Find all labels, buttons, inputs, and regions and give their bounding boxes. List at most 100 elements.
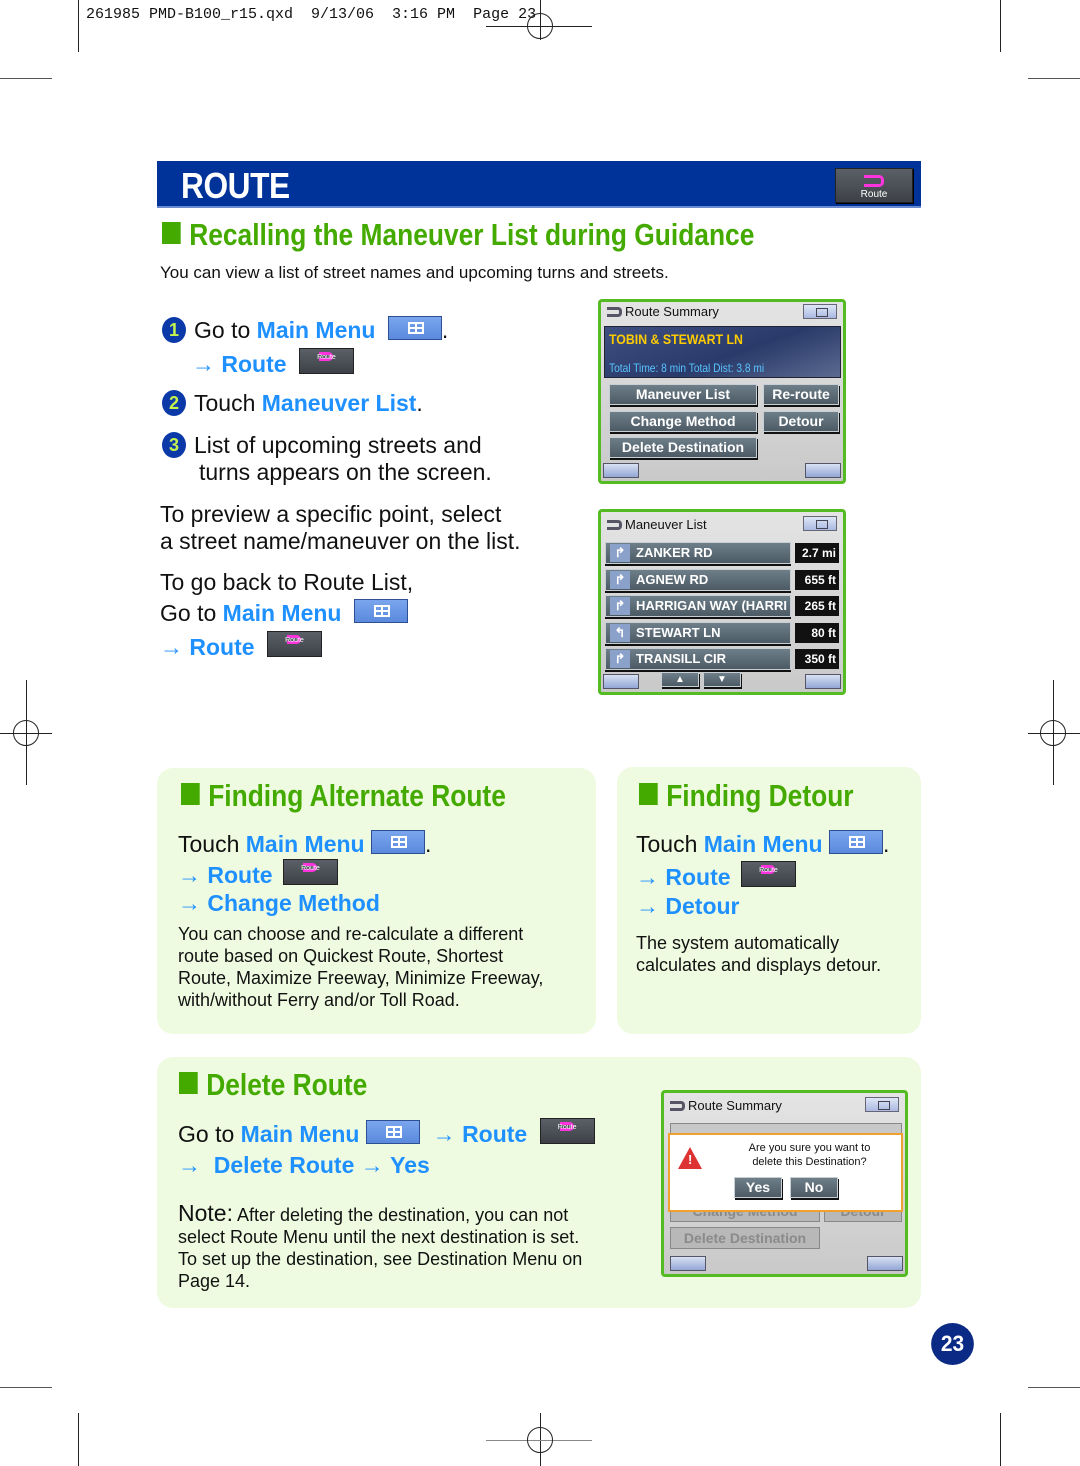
turn-right-icon: ↱ (610, 571, 630, 589)
back-icon[interactable] (603, 674, 639, 689)
no-button[interactable]: No (790, 1177, 838, 1198)
square-bullet-icon (162, 222, 181, 244)
section-title-text: Finding Detour (666, 778, 854, 813)
crop-mark (78, 0, 79, 52)
maneuver-row[interactable]: ↱ ZANKER RD (605, 542, 791, 564)
page-title: ROUTE (181, 165, 290, 206)
back-icon[interactable] (603, 463, 639, 478)
square-bullet-icon (181, 783, 200, 805)
yes-link[interactable]: Yes (390, 1152, 430, 1178)
alt-route-line: → Route Route (178, 859, 338, 890)
crop-mark (78, 1413, 79, 1466)
delete-confirm-screenshot: Route Summary Change Method Detour Delet… (661, 1090, 908, 1277)
change-method-link[interactable]: Change Method (207, 890, 380, 916)
registration-mark (527, 1427, 553, 1453)
section-title-detour: Finding Detour (639, 778, 854, 814)
street-name: AGNEW RD (636, 572, 709, 587)
main-menu-icon[interactable] (365, 1120, 420, 1144)
warning-exclamation: ! (688, 1152, 693, 1167)
detour-link[interactable]: Detour (665, 893, 739, 919)
turn-left-icon: ↰ (610, 624, 630, 642)
map-navigate-icon[interactable] (867, 1256, 903, 1271)
main-menu-link[interactable]: Main Menu (704, 831, 823, 857)
street-name: STEWART LN (636, 625, 721, 640)
arrow-icon: → (636, 864, 659, 890)
step-number: 1 (162, 317, 186, 343)
yes-button[interactable]: Yes (734, 1177, 782, 1198)
section-title-alternate: Finding Alternate Route (181, 778, 506, 814)
maneuver-distance: 80 ft (795, 623, 839, 643)
route-link[interactable]: Route (665, 864, 730, 890)
maneuver-distance: 350 ft (795, 649, 839, 669)
route-link[interactable]: Route (221, 351, 286, 377)
main-menu-link[interactable]: Main Menu (257, 317, 376, 343)
scroll-down-button[interactable]: ▼ (703, 672, 741, 687)
main-menu-icon[interactable] (803, 516, 837, 531)
maneuver-list-link[interactable]: Maneuver List (262, 390, 417, 416)
map-navigate-icon[interactable] (805, 674, 841, 689)
screen-title-text: Route Summary (625, 304, 719, 319)
route-button[interactable]: Route (266, 631, 322, 657)
detour-button[interactable]: Detour (763, 411, 839, 432)
section-title-recall: Recalling the Maneuver List during Guida… (162, 217, 754, 253)
maneuver-row[interactable]: ↰ STEWART LN (605, 622, 791, 644)
maneuver-distance: 2.7 mi (795, 543, 839, 563)
dialog-text: Are you sure you want to (748, 1142, 871, 1154)
arrow-icon: → (178, 1152, 201, 1178)
main-menu-link[interactable]: Main Menu (223, 600, 342, 626)
arrow-icon: → (360, 1152, 384, 1178)
preview-text-2: a street name/maneuver on the list. (160, 528, 521, 554)
main-menu-link[interactable]: Main Menu (241, 1121, 360, 1147)
square-bullet-icon (639, 783, 658, 805)
main-menu-icon[interactable] (803, 304, 837, 319)
screen-title-text: Maneuver List (625, 517, 707, 532)
step-text: Go to (160, 600, 223, 626)
route-button[interactable]: Route (835, 168, 913, 203)
crop-mark (1000, 1413, 1001, 1466)
main-menu-icon[interactable] (865, 1097, 899, 1112)
reroute-button[interactable]: Re-route (763, 384, 839, 405)
change-method-button[interactable]: Change Method (609, 411, 757, 432)
desc-line: You can choose and re-calculate a differ… (178, 924, 524, 944)
alternate-route-panel: Finding Alternate Route Touch Main Menu … (157, 768, 596, 1034)
crop-mark (1028, 78, 1080, 79)
step-3: 3 List of upcoming streets and (162, 431, 482, 460)
alt-change-line: → Change Method (178, 889, 380, 918)
delete-destination-button[interactable]: Delete Destination (609, 437, 757, 458)
main-menu-icon[interactable] (829, 830, 883, 854)
step-text: Touch (636, 831, 704, 857)
crop-mark (0, 1387, 52, 1388)
route-link[interactable]: Route (189, 634, 254, 660)
delete-note: Note: After deleting the destination, yo… (178, 1202, 582, 1292)
main-menu-icon[interactable] (371, 830, 425, 854)
maneuver-row[interactable]: ↱ AGNEW RD (605, 569, 791, 591)
maneuver-list-button[interactable]: Maneuver List (609, 384, 757, 405)
route-link[interactable]: Route (462, 1121, 527, 1147)
delete-yes-line: → Delete Route → Yes (178, 1151, 430, 1180)
dialog-question: Are you sure you want to delete this Des… (722, 1141, 897, 1169)
detour-description: The system automatically calculates and … (636, 932, 881, 976)
route-button[interactable]: Route (539, 1118, 595, 1144)
route-button[interactable]: Route (282, 859, 338, 885)
main-menu-icon[interactable] (387, 316, 442, 340)
confirm-dialog: ! Are you sure you want to delete this D… (668, 1133, 903, 1212)
scroll-up-button[interactable]: ▲ (661, 672, 699, 687)
desc-line: The system automatically (636, 933, 840, 953)
back-icon[interactable] (670, 1256, 706, 1271)
maneuver-row[interactable]: ↱ TRANSILL CIR (605, 648, 791, 670)
arrow-icon: → (636, 893, 659, 919)
delete-route-link[interactable]: Delete Route (214, 1152, 355, 1178)
route-button[interactable]: Route (298, 348, 354, 374)
main-menu-icon[interactable] (353, 599, 408, 623)
screen-title-text: Route Summary (688, 1098, 782, 1113)
route-summary-screenshot: Route Summary TOBIN & STEWART LN Total T… (598, 299, 846, 484)
desc-line: Route, Maximize Freeway, Minimize Freewa… (178, 968, 544, 988)
route-logo-icon (607, 520, 622, 530)
map-navigate-icon[interactable] (805, 463, 841, 478)
maneuver-row[interactable]: ↱ HARRIGAN WAY (HARRI (605, 595, 791, 617)
registration-mark (1040, 720, 1066, 746)
route-link[interactable]: Route (207, 862, 272, 888)
arrow-icon: → (432, 1121, 456, 1147)
detour-detour-line: → Detour (636, 892, 740, 921)
route-button[interactable]: Route (740, 861, 796, 887)
